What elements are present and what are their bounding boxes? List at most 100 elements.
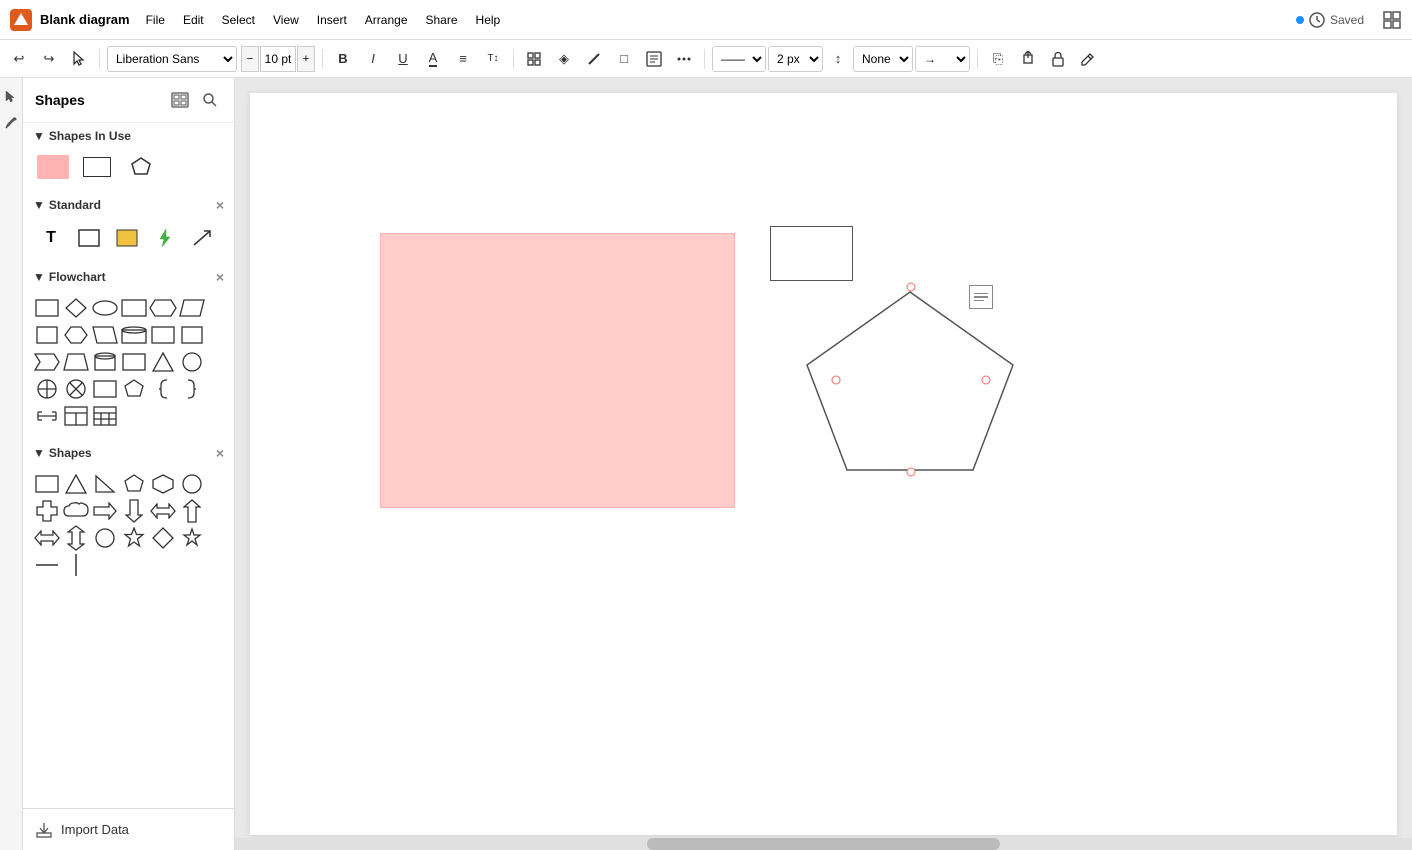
shape-arrow-left-right[interactable]: [149, 498, 177, 524]
fc-circle[interactable]: [178, 349, 206, 375]
fc-tape[interactable]: [120, 322, 148, 348]
font-size-increase[interactable]: +: [297, 46, 315, 72]
shape-cross[interactable]: [33, 498, 61, 524]
extra-button[interactable]: [671, 46, 697, 72]
fc-rect3[interactable]: [33, 322, 61, 348]
fill-button[interactable]: ◈: [551, 46, 577, 72]
std-fill-rect[interactable]: [109, 223, 145, 253]
fc-table1[interactable]: [62, 403, 90, 429]
undo-button[interactable]: ↩: [6, 46, 32, 72]
fc-triangle[interactable]: [149, 349, 177, 375]
fc-brace-right[interactable]: [178, 376, 206, 402]
canvas-area[interactable]: [235, 78, 1412, 850]
shape-hexagon[interactable]: [149, 471, 177, 497]
menu-select[interactable]: Select: [214, 11, 263, 29]
fc-diamond[interactable]: [62, 295, 90, 321]
arrow-end-select[interactable]: →: [915, 46, 970, 72]
shape-diamond[interactable]: [149, 525, 177, 551]
font-size-input[interactable]: [260, 46, 296, 72]
shape-arrow-both[interactable]: [33, 525, 61, 551]
fc-rect4[interactable]: [149, 322, 177, 348]
grid-icon[interactable]: [1382, 10, 1402, 30]
text-pos-button[interactable]: T↕: [480, 46, 506, 72]
shape-arrow-ud[interactable]: [62, 525, 90, 551]
fc-table2[interactable]: [91, 403, 119, 429]
fc-cylinder[interactable]: [91, 349, 119, 375]
shape-vline[interactable]: [62, 552, 90, 578]
shapes-header[interactable]: ▼ Shapes ×: [23, 439, 234, 467]
move-to-front-button[interactable]: [1015, 46, 1041, 72]
std-arrow[interactable]: [185, 223, 221, 253]
menu-share[interactable]: Share: [418, 11, 466, 29]
flowchart-header[interactable]: ▼ Flowchart ×: [23, 263, 234, 291]
underline-button[interactable]: U: [390, 46, 416, 72]
align-button[interactable]: ≡: [450, 46, 476, 72]
insert-button[interactable]: [521, 46, 547, 72]
fc-parallelogram2[interactable]: [91, 322, 119, 348]
shapes-in-use-header[interactable]: ▼ Shapes In Use: [23, 123, 234, 149]
pointer-button[interactable]: [66, 46, 92, 72]
shape-triangle[interactable]: [62, 471, 90, 497]
fc-bracket[interactable]: [33, 403, 61, 429]
standard-header[interactable]: ▼ Standard ×: [23, 191, 234, 219]
canvas-white-rect[interactable]: [770, 226, 853, 281]
shape-circle2[interactable]: [91, 525, 119, 551]
canvas-pink-rect[interactable]: [380, 233, 735, 508]
shape-star[interactable]: [120, 525, 148, 551]
format-button[interactable]: [641, 46, 667, 72]
standard-close-button[interactable]: ×: [216, 197, 224, 213]
fc-hex2[interactable]: [62, 322, 90, 348]
shape-cloud[interactable]: [62, 498, 90, 524]
shape-preview-pink-rect[interactable]: [35, 153, 71, 181]
shape-pentagon[interactable]: [120, 471, 148, 497]
bold-button[interactable]: B: [330, 46, 356, 72]
shape-rect[interactable]: [33, 471, 61, 497]
canvas-paper[interactable]: [250, 93, 1397, 835]
cursor-tool[interactable]: [0, 86, 22, 108]
fc-trapezoid[interactable]: [62, 349, 90, 375]
menu-arrange[interactable]: Arrange: [357, 11, 416, 29]
shape-preview-pentagon[interactable]: [123, 153, 159, 181]
fc-hex[interactable]: [149, 295, 177, 321]
font-color-button[interactable]: A: [420, 46, 446, 72]
lock-button[interactable]: [1045, 46, 1071, 72]
line-width-select[interactable]: 2 px: [768, 46, 823, 72]
italic-button[interactable]: I: [360, 46, 386, 72]
std-rect[interactable]: [71, 223, 107, 253]
menu-insert[interactable]: Insert: [309, 11, 355, 29]
menu-file[interactable]: File: [138, 11, 173, 29]
line-style-select[interactable]: ——: [712, 46, 766, 72]
shape-star2[interactable]: [178, 525, 206, 551]
shape-preview-rect[interactable]: [79, 153, 115, 181]
shape-circle[interactable]: [178, 471, 206, 497]
pen-tool[interactable]: [0, 112, 22, 134]
gallery-button[interactable]: [168, 88, 192, 112]
menu-view[interactable]: View: [265, 11, 307, 29]
std-lightning[interactable]: [147, 223, 183, 253]
waypoint-button[interactable]: ↕: [825, 46, 851, 72]
fc-cross-circle[interactable]: [62, 376, 90, 402]
fc-rect[interactable]: [33, 295, 61, 321]
fc-oval[interactable]: [91, 295, 119, 321]
canvas-pentagon[interactable]: [803, 287, 1018, 480]
fc-rect7[interactable]: [91, 376, 119, 402]
std-text[interactable]: T: [33, 223, 69, 253]
shape-line[interactable]: [33, 552, 61, 578]
fc-penta[interactable]: [120, 376, 148, 402]
shapes-close-button[interactable]: ×: [216, 445, 224, 461]
menu-help[interactable]: Help: [468, 11, 509, 29]
fc-brace-left[interactable]: [149, 376, 177, 402]
line-color-button[interactable]: [581, 46, 607, 72]
shape-right-triangle[interactable]: [91, 471, 119, 497]
font-selector[interactable]: Liberation Sans: [107, 46, 237, 72]
fc-plus[interactable]: [33, 376, 61, 402]
menu-edit[interactable]: Edit: [175, 11, 212, 29]
edit-button[interactable]: [1075, 46, 1101, 72]
fc-chevron[interactable]: [33, 349, 61, 375]
shape-arrow-down[interactable]: [120, 498, 148, 524]
fc-rect2[interactable]: [120, 295, 148, 321]
fc-parallelogram[interactable]: [178, 295, 206, 321]
arrow-style-select[interactable]: None: [853, 46, 913, 72]
fc-rect6[interactable]: [120, 349, 148, 375]
flowchart-close-button[interactable]: ×: [216, 269, 224, 285]
